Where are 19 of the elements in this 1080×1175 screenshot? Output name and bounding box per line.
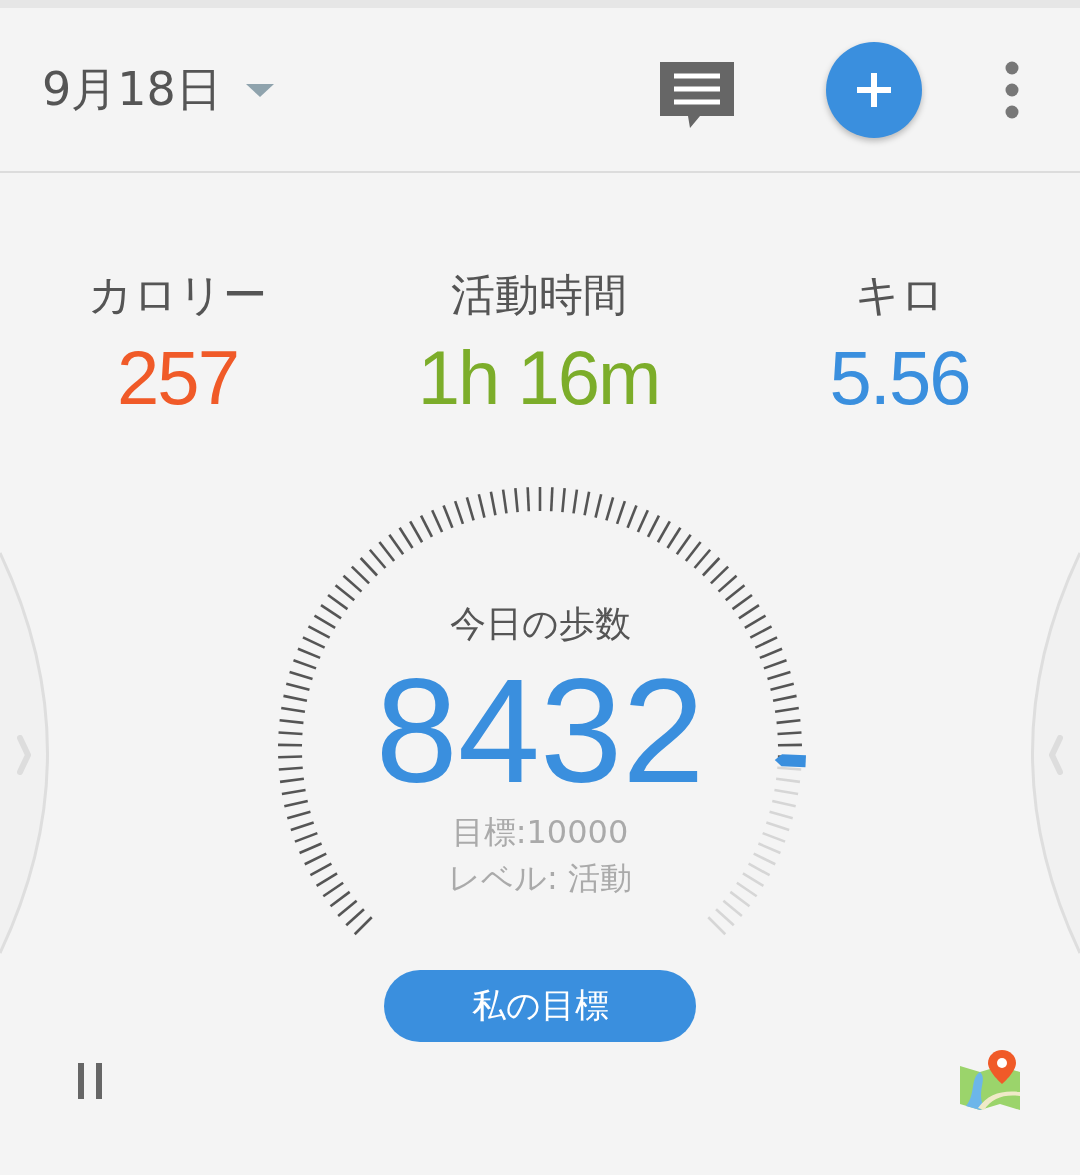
goal-text: 目標:10000	[451, 812, 629, 853]
stat-label: キロ	[854, 268, 945, 322]
activity-level-text: レベル: 活動	[448, 858, 632, 899]
map-pin-icon[interactable]	[958, 1050, 1022, 1112]
dropdown-caret-icon[interactable]	[245, 81, 274, 98]
plus-icon	[855, 70, 893, 109]
gauge-title: 今日の歩数	[449, 602, 631, 646]
more-options-icon[interactable]	[1004, 60, 1020, 119]
stat-label: カロリー	[88, 268, 267, 322]
message-icon[interactable]	[660, 61, 734, 130]
my-goal-button[interactable]: 私の目標	[384, 970, 696, 1042]
add-button[interactable]	[826, 41, 922, 138]
stat-value: 257	[117, 334, 238, 422]
step-count: 8432	[375, 653, 705, 809]
stat-value: 5.56	[829, 334, 970, 422]
stat-label: 活動時間	[450, 268, 627, 322]
pause-icon[interactable]	[77, 1063, 103, 1099]
stat-value: 1h 16m	[417, 334, 660, 422]
date-label[interactable]: 9月18日	[42, 58, 222, 121]
